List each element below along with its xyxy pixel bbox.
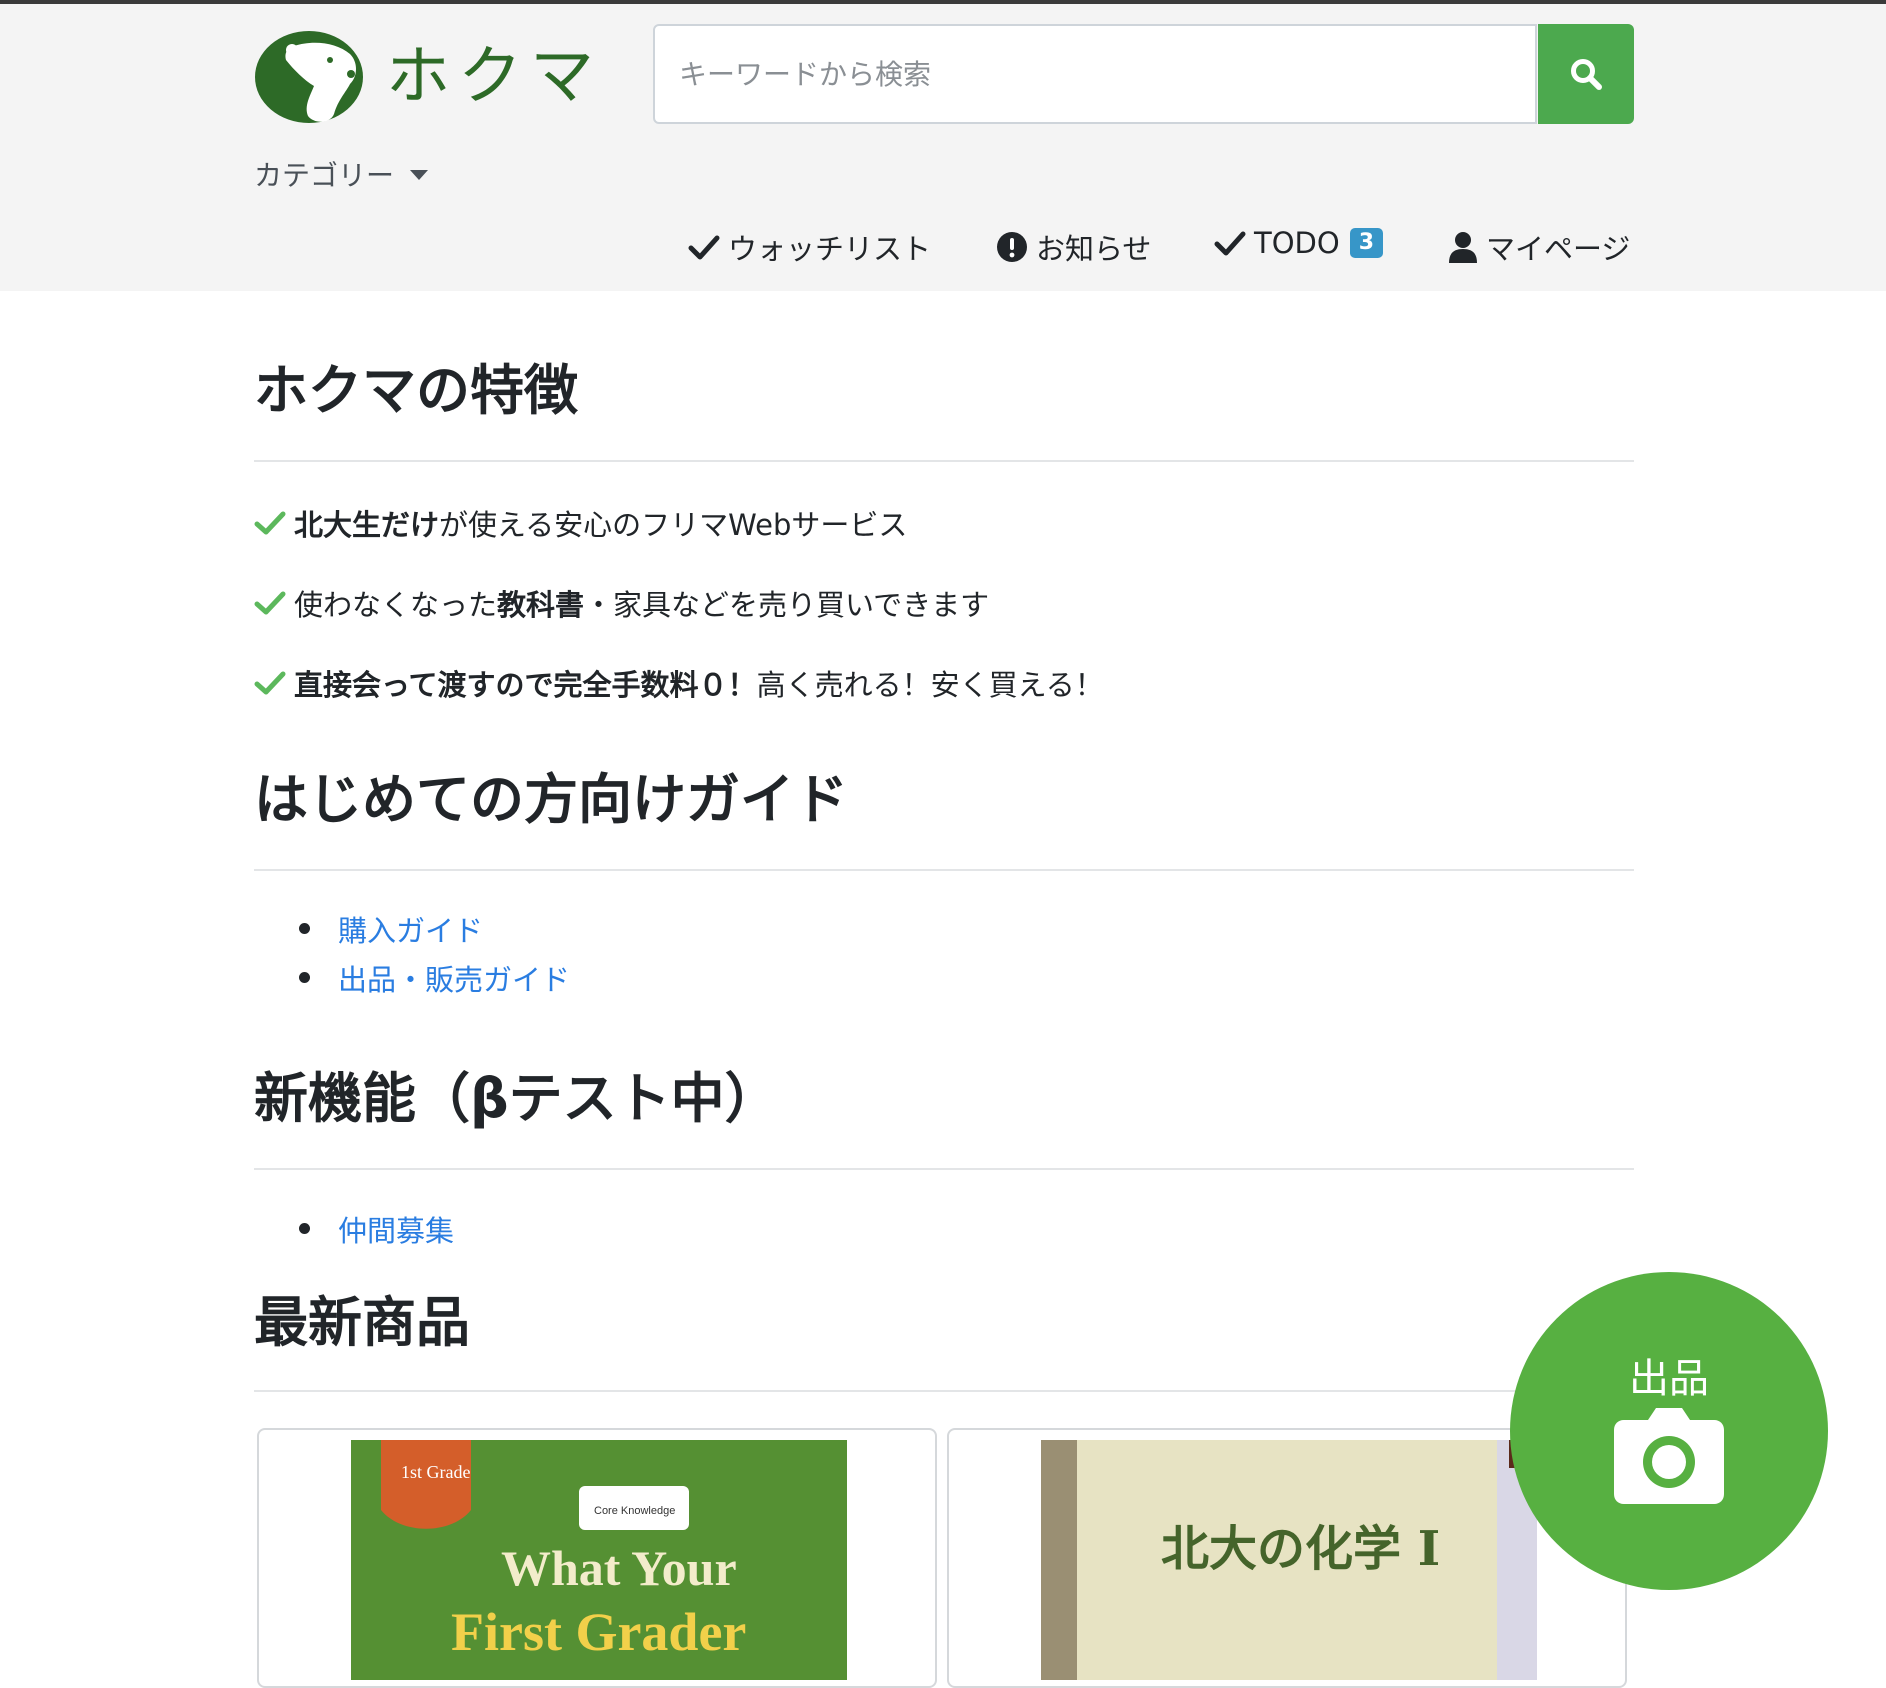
list-item: 出品・販売ガイド xyxy=(254,953,570,1002)
check-icon xyxy=(254,591,286,615)
divider xyxy=(254,1168,1634,1170)
nav-watchlist-label: ウォッチリスト xyxy=(728,232,932,266)
check-icon xyxy=(254,511,286,535)
new-features-link-list: 仲間募集 xyxy=(254,1204,454,1253)
category-dropdown[interactable]: カテゴリー xyxy=(254,154,429,194)
todo-count-badge: 3 xyxy=(1349,228,1384,258)
divider xyxy=(254,1390,1634,1392)
cover-title-text: 北大の化学 I xyxy=(1161,1521,1440,1577)
category-label: カテゴリー xyxy=(254,159,395,192)
cover-grade-text: 1st Grade xyxy=(401,1462,470,1482)
list-item: 仲間募集 xyxy=(254,1204,454,1253)
search-input[interactable] xyxy=(653,24,1537,124)
book-cover-image: 北大の化学 I xyxy=(1041,1440,1537,1680)
guide-link-list: 購入ガイド 出品・販売ガイド xyxy=(254,904,570,1002)
divider xyxy=(254,460,1634,462)
product-card[interactable]: 1st Grade Core Knowledge What Your First… xyxy=(257,1428,937,1688)
feature-text: ・家具などを売り買いできます xyxy=(584,588,990,622)
sell-item-label: 出品 xyxy=(1629,1356,1709,1402)
sell-item-button[interactable]: 出品 xyxy=(1510,1272,1828,1590)
feature-item: 使わなくなった 教科書 ・家具などを売り買いできます xyxy=(254,582,989,624)
site-logo[interactable]: ホクマ xyxy=(254,30,602,124)
cover-title-line1: What Your xyxy=(501,1540,737,1596)
feature-bold-text: 教科書 xyxy=(497,588,585,622)
nav-todo-label: TODO xyxy=(1254,226,1340,260)
feature-text: が使える安心のフリマWebサービス xyxy=(439,508,908,542)
feature-text: 高く売れる！安く買える！ xyxy=(756,668,1104,702)
product-image[interactable]: 1st Grade Core Knowledge What Your First… xyxy=(351,1440,847,1680)
feature-bold-text: 直接会って渡すので完全手数料０！ xyxy=(294,668,757,702)
search-icon xyxy=(1571,59,1602,90)
nav-watchlist[interactable]: ウォッチリスト xyxy=(688,226,931,268)
purchase-guide-link[interactable]: 購入ガイド xyxy=(338,908,483,950)
user-icon xyxy=(1449,232,1477,263)
nav-mypage[interactable]: マイページ xyxy=(1448,226,1630,268)
site-header: ホクマ カテゴリー ウォッチリスト お知らせ TODO 3 マイページ xyxy=(0,4,1886,291)
latest-products-heading: 最新商品 xyxy=(254,1291,470,1354)
caret-down-icon xyxy=(410,170,429,180)
exclamation-circle-icon xyxy=(997,232,1027,262)
guide-heading: はじめての方向けガイド xyxy=(254,768,848,831)
book-cover-image: 1st Grade Core Knowledge What Your First… xyxy=(351,1440,847,1680)
feature-item: 直接会って渡すので完全手数料０！ 高く売れる！安く買える！ xyxy=(254,662,1104,704)
check-icon xyxy=(688,235,720,260)
check-icon xyxy=(254,671,286,695)
nav-todo[interactable]: TODO 3 xyxy=(1214,226,1384,260)
cover-title-line2: First Grader xyxy=(451,1602,746,1662)
site-logo-text: ホクマ xyxy=(386,40,602,114)
nav-notices-label: お知らせ xyxy=(1036,232,1152,266)
new-features-heading: 新機能（βテスト中） xyxy=(254,1067,779,1130)
product-image[interactable]: 北大の化学 I xyxy=(1041,1440,1537,1680)
camera-icon xyxy=(1614,1408,1724,1504)
search-button[interactable] xyxy=(1538,24,1634,124)
cover-brand-text: Core Knowledge xyxy=(594,1505,675,1517)
nav-mypage-label: マイページ xyxy=(1486,232,1631,266)
features-heading: ホクマの特徴 xyxy=(254,359,578,422)
feature-bold-text: 北大生だけ xyxy=(294,508,440,542)
feature-item: 北大生だけ が使える安心のフリマWebサービス xyxy=(254,502,907,544)
divider xyxy=(254,869,1634,871)
member-recruit-link[interactable]: 仲間募集 xyxy=(338,1208,454,1250)
check-icon xyxy=(1214,231,1246,256)
list-item: 購入ガイド xyxy=(254,904,570,953)
feature-text: 使わなくなった xyxy=(294,588,498,622)
nav-notices[interactable]: お知らせ xyxy=(996,226,1151,268)
polar-bear-logo-icon xyxy=(255,31,363,123)
selling-guide-link[interactable]: 出品・販売ガイド xyxy=(338,957,570,999)
